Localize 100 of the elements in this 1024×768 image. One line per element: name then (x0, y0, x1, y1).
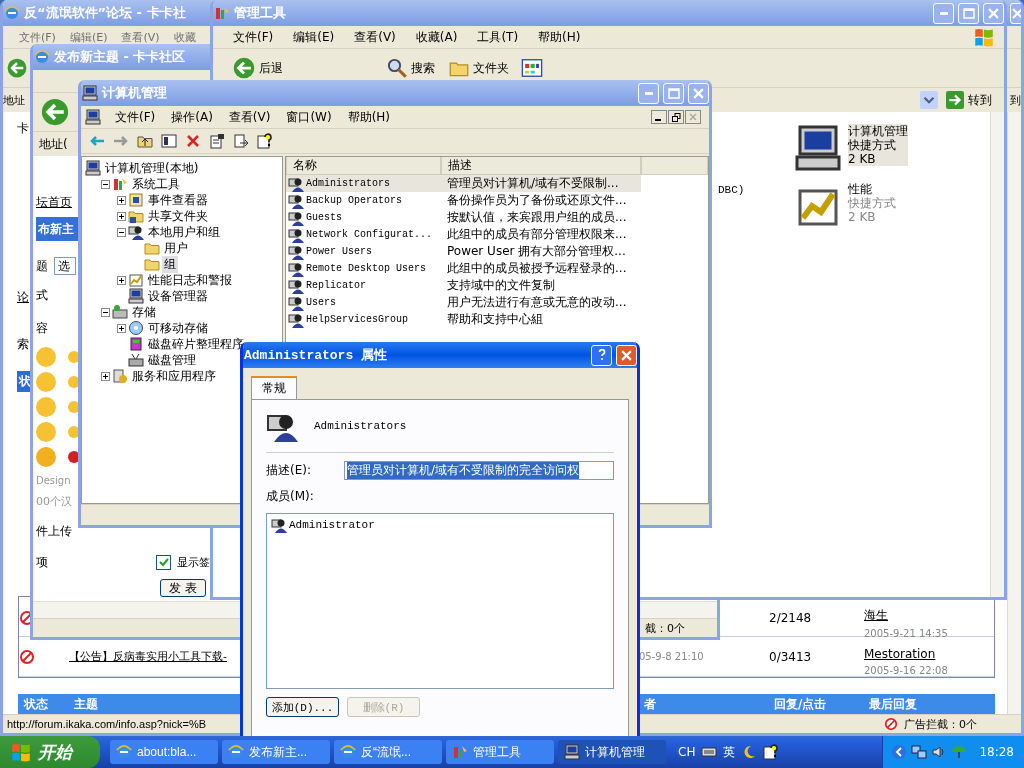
back-icon[interactable] (41, 98, 69, 126)
minimize-button[interactable] (651, 110, 667, 124)
menu-item[interactable]: 查看(V) (226, 107, 273, 127)
menu-item[interactable]: 帮助(H) (345, 107, 393, 127)
computer-shortcut-icon[interactable] (794, 124, 842, 172)
menu-item[interactable]: 收藏(A) (413, 27, 460, 47)
menu-item[interactable]: 编辑(E) (67, 28, 110, 46)
search-label: 索 (17, 336, 29, 353)
expand-toggle[interactable] (101, 179, 110, 189)
taskbar-button[interactable]: 反“流氓... (334, 740, 442, 764)
tree-item[interactable]: 设备管理器 (146, 287, 210, 305)
minimize-icon (939, 11, 948, 15)
list-row[interactable]: Users 用户无法进行有意或无意的改动... (286, 294, 641, 311)
tree-item[interactable]: 计算机管理(本地) (103, 159, 201, 177)
export-icon[interactable] (233, 133, 249, 149)
list-row[interactable]: Replicator 支持域中的文件复制 (286, 277, 641, 294)
menu-item[interactable]: 编辑(E) (291, 27, 337, 47)
tree-item[interactable]: 事件查看器 (146, 191, 210, 209)
tree-item[interactable]: 组 (162, 255, 178, 273)
taskbar-button[interactable]: 管理工具 (446, 740, 554, 764)
file-name[interactable]: 性能 (848, 182, 896, 196)
list-row[interactable]: Remote Desktop Users 此组中的成员被授予远程登录的... (286, 260, 641, 277)
scrollbar[interactable] (990, 112, 1004, 597)
last-reply-user[interactable]: Mestoration (864, 647, 994, 662)
subject-select[interactable]: 选 (54, 257, 76, 275)
umbrella-icon[interactable] (951, 744, 968, 760)
home-link[interactable]: 坛首页 (36, 194, 72, 211)
column-header[interactable]: 描述 (441, 157, 641, 175)
file-name[interactable]: 计算机管理 (848, 124, 908, 138)
expand-toggle[interactable] (101, 307, 110, 317)
menu-item[interactable]: 文件(F) (113, 107, 158, 127)
list-row[interactable]: HelpServicesGroup 帮助和支持中心組 (286, 311, 641, 328)
tree-item[interactable]: 性能日志和警报 (146, 271, 234, 289)
help-icon[interactable] (763, 744, 780, 760)
go-button[interactable]: 到 (1010, 92, 1021, 108)
tree-item[interactable]: 存储 (130, 303, 158, 321)
menu-item[interactable]: 查看(V) (352, 27, 398, 47)
menu-item[interactable]: 查看(V) (119, 28, 162, 46)
menu-item[interactable]: 文件(F) (17, 28, 58, 46)
menu-item[interactable]: 文件(F) (231, 27, 276, 47)
signature-checkbox[interactable] (156, 555, 171, 570)
list-row[interactable]: Backup Operators 备份操作员为了备份或还原文件... (286, 192, 641, 209)
group-name: Network Configurat... (286, 226, 441, 243)
keyboard-icon[interactable] (701, 744, 718, 760)
tree-item[interactable]: 用户 (162, 239, 190, 257)
menu-item[interactable]: 帮助(H) (536, 27, 583, 47)
delete-icon[interactable] (185, 133, 201, 149)
field-label: 题 (36, 257, 48, 275)
help-button[interactable] (591, 344, 612, 366)
tree-item[interactable]: 磁盘碎片整理程序 (146, 335, 246, 353)
list-row[interactable]: Administrators 管理员对计算机/域有不受限制... (286, 175, 641, 192)
go-button[interactable]: 转到 (944, 89, 994, 111)
column-header[interactable]: 名称 (286, 157, 441, 175)
taskbar-button[interactable]: 发布新主... (222, 740, 330, 764)
taskbar-button[interactable]: about:bla... (110, 740, 218, 764)
list-row[interactable]: Power Users Power User 拥有大部分管理权... (286, 243, 641, 260)
expand-toggle[interactable] (117, 211, 126, 221)
network-icon[interactable] (911, 744, 928, 760)
tree-item[interactable]: 可移动存储 (146, 319, 210, 337)
tree-item[interactable]: 本地用户和组 (146, 223, 222, 241)
description-field[interactable]: 管理员对计算机/域有不受限制的完全访问权 (344, 461, 614, 480)
ime-indicator[interactable]: 英 (723, 743, 736, 761)
back-icon[interactable] (7, 58, 27, 78)
toolbar-button[interactable]: 文件夹 (447, 56, 511, 80)
panel-icon[interactable] (161, 133, 177, 149)
search-icon (387, 58, 407, 78)
group-name: Administrators (286, 175, 441, 192)
tab[interactable]: 常规 (251, 376, 297, 399)
language-indicator[interactable]: CH (678, 745, 696, 759)
toolbar-button[interactable]: 搜索 (385, 56, 437, 80)
submit-button[interactable]: 发 表 (160, 579, 206, 597)
restore-button[interactable] (668, 110, 684, 124)
topic-link[interactable]: 【公告】反病毒实用小工具下载- (69, 649, 227, 665)
member-item[interactable]: Administrator (271, 517, 609, 533)
expand-toggle[interactable] (117, 323, 126, 333)
properties-icon[interactable] (209, 133, 225, 149)
menu-item[interactable]: 工具(T) (475, 27, 521, 47)
forum-link[interactable]: 论 (17, 289, 29, 306)
dialog-button[interactable]: 添加(D)... (266, 697, 339, 717)
help-icon[interactable] (257, 133, 273, 149)
expand-tray-icon[interactable] (891, 744, 908, 760)
dropdown-icon[interactable] (920, 91, 938, 109)
tree-item[interactable]: 服务和应用程序 (130, 367, 218, 385)
menu-item[interactable]: 收藏 (171, 28, 198, 46)
start-button[interactable]: 开始 (0, 736, 100, 768)
menu-item[interactable]: 窗口(W) (284, 107, 334, 127)
scrollbar[interactable] (1007, 112, 1021, 714)
tree-item[interactable]: 系统工具 (130, 175, 182, 193)
up-folder-icon[interactable] (137, 133, 153, 149)
expand-toggle[interactable] (101, 371, 110, 381)
expand-toggle[interactable] (117, 275, 126, 285)
last-reply-user[interactable]: 海生 (864, 607, 994, 625)
views-icon[interactable] (521, 57, 543, 79)
tree-item[interactable]: 磁盘管理 (146, 351, 198, 369)
expand-toggle[interactable] (117, 227, 126, 237)
list-row[interactable]: Network Configurat... 此组中的成员有部分管理权限来... (286, 226, 641, 243)
menu-item[interactable]: 操作(A) (169, 107, 215, 127)
taskbar-button[interactable]: 计算机管理 (558, 740, 666, 764)
expand-toggle[interactable] (117, 195, 126, 205)
design-note: Design (36, 475, 71, 486)
